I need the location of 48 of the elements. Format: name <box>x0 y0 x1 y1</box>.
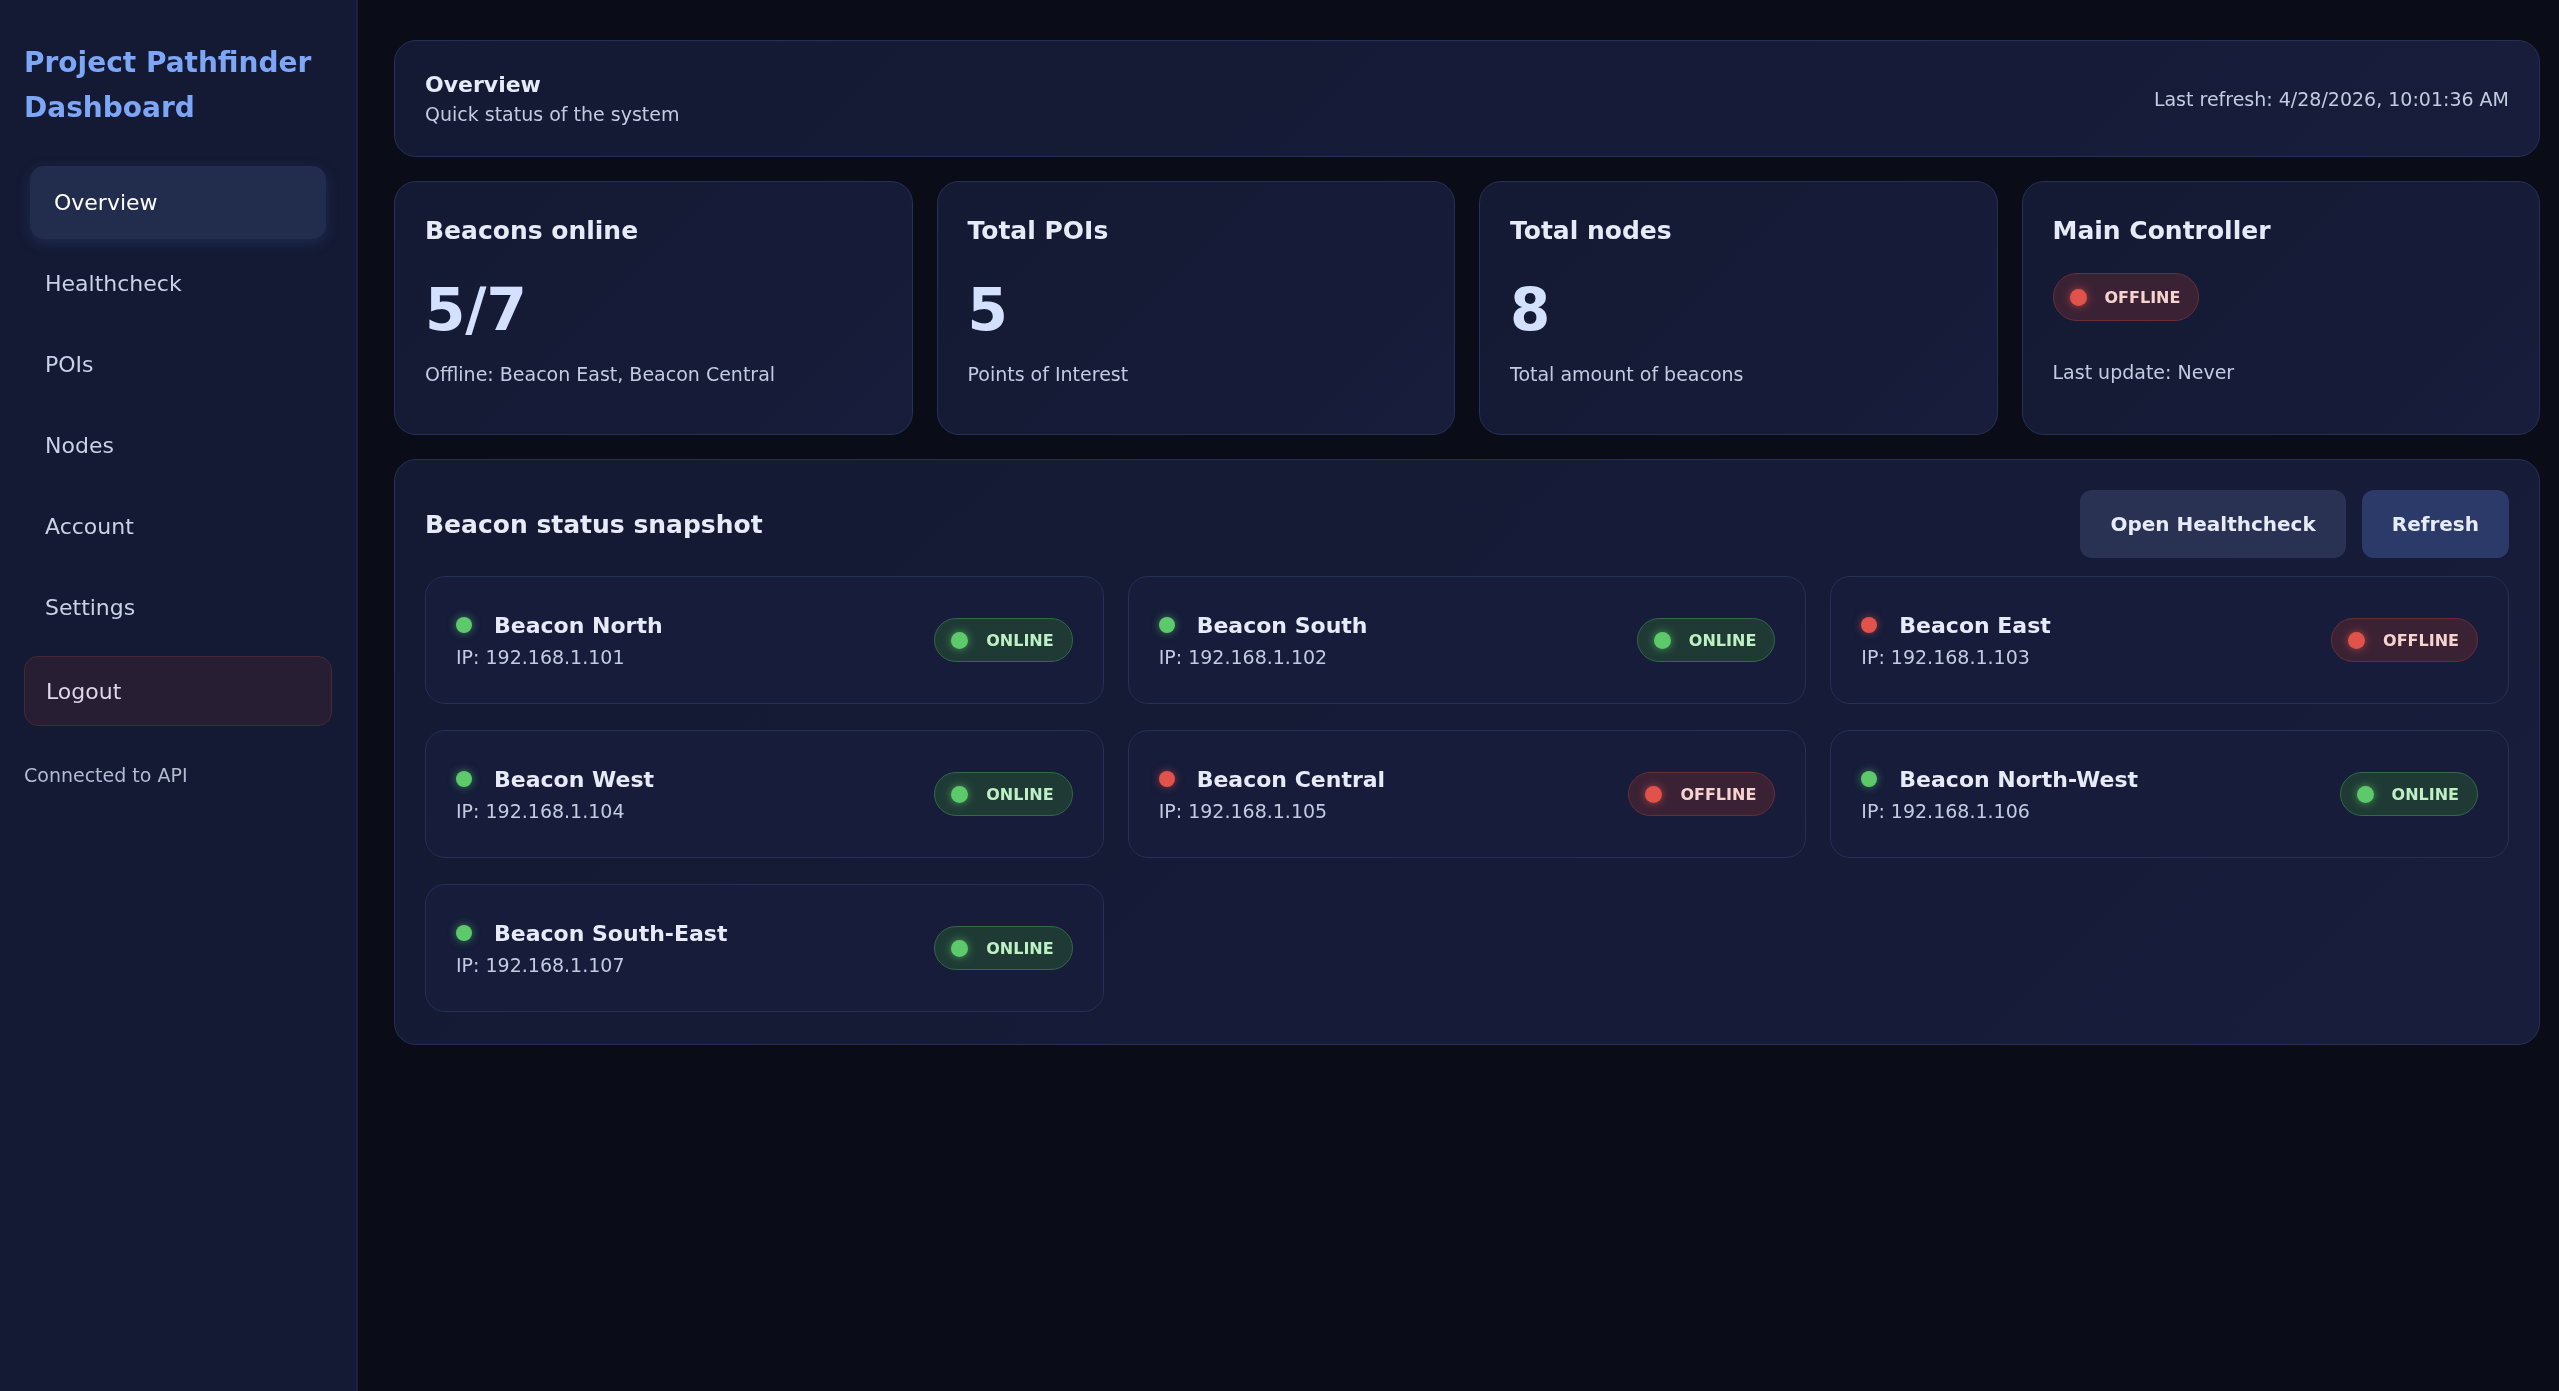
nav-item[interactable]: Settings <box>24 571 332 644</box>
status-badge: ONLINE <box>1636 618 1776 662</box>
status-badge: ONLINE <box>934 772 1073 816</box>
connection-status: Connected to API <box>24 764 189 786</box>
beacon-name: Beacon Central <box>1196 766 1386 792</box>
nav-item[interactable]: Overview <box>30 166 326 239</box>
nav-item[interactable]: POIs <box>24 328 332 401</box>
stat-value: 5 <box>967 275 1009 345</box>
stat-title: Main Controller <box>2052 216 2272 245</box>
status-badge: OFFLINE <box>2331 618 2478 662</box>
beacon-ip: IP: 192.168.1.107 <box>456 953 626 976</box>
last-refresh: Last refresh: 4/28/2026, 10:01:36 AM <box>2153 87 2509 110</box>
stat-note: Points of Interest <box>967 363 1130 385</box>
beacon-name: Beacon South-East <box>494 920 728 946</box>
stat-title: Beacons online <box>425 216 640 245</box>
beacon-ip: IP: 192.168.1.101 <box>456 645 626 668</box>
section-title: Beacon status snapshot <box>425 509 763 539</box>
beacon-ip: IP: 192.168.1.104 <box>456 799 626 822</box>
stat-note: Last update: Never <box>2052 361 2236 383</box>
nav-item[interactable]: Healthcheck <box>24 247 332 320</box>
status-badge: ONLINE <box>934 926 1073 970</box>
beacon-name: Beacon East <box>1899 612 2051 638</box>
stat-value: 5/7 <box>425 275 528 345</box>
beacon-name: Beacon South <box>1196 612 1368 638</box>
beacon-name: Beacon North-West <box>1899 766 2139 792</box>
stat-title: Total nodes <box>1510 216 1673 245</box>
nav-item[interactable]: Account <box>24 490 332 563</box>
status-badge: OFFLINE <box>2052 273 2200 321</box>
beacon-ip: IP: 192.168.1.103 <box>1861 645 2031 668</box>
stat-value: 8 <box>1510 275 1552 345</box>
stat-note: Offline: Beacon East, Beacon Central <box>425 363 777 385</box>
status-badge: ONLINE <box>2339 772 2478 816</box>
stat-note: Total amount of beacons <box>1510 363 1745 385</box>
beacon-ip: IP: 192.168.1.102 <box>1158 645 1329 668</box>
page-subtitle: Quick status of the system <box>425 103 680 125</box>
beacon-ip: IP: 192.168.1.106 <box>1861 799 2031 822</box>
logout-button[interactable]: Logout <box>24 656 332 726</box>
beacon-name: Beacon North <box>494 612 663 638</box>
action-button[interactable]: Open Healthcheck <box>2080 490 2346 558</box>
app-title: Project Pathfinder Dashboard <box>24 45 313 126</box>
beacon-ip: IP: 192.168.1.105 <box>1158 799 1329 822</box>
status-badge: OFFLINE <box>1628 772 1776 816</box>
beacon-name: Beacon West <box>494 766 655 792</box>
stat-title: Total POIs <box>967 216 1110 245</box>
page-title: Overview <box>425 72 542 97</box>
status-badge: ONLINE <box>934 618 1073 662</box>
action-button[interactable]: Refresh <box>2361 490 2509 558</box>
nav-item[interactable]: Nodes <box>24 409 332 482</box>
